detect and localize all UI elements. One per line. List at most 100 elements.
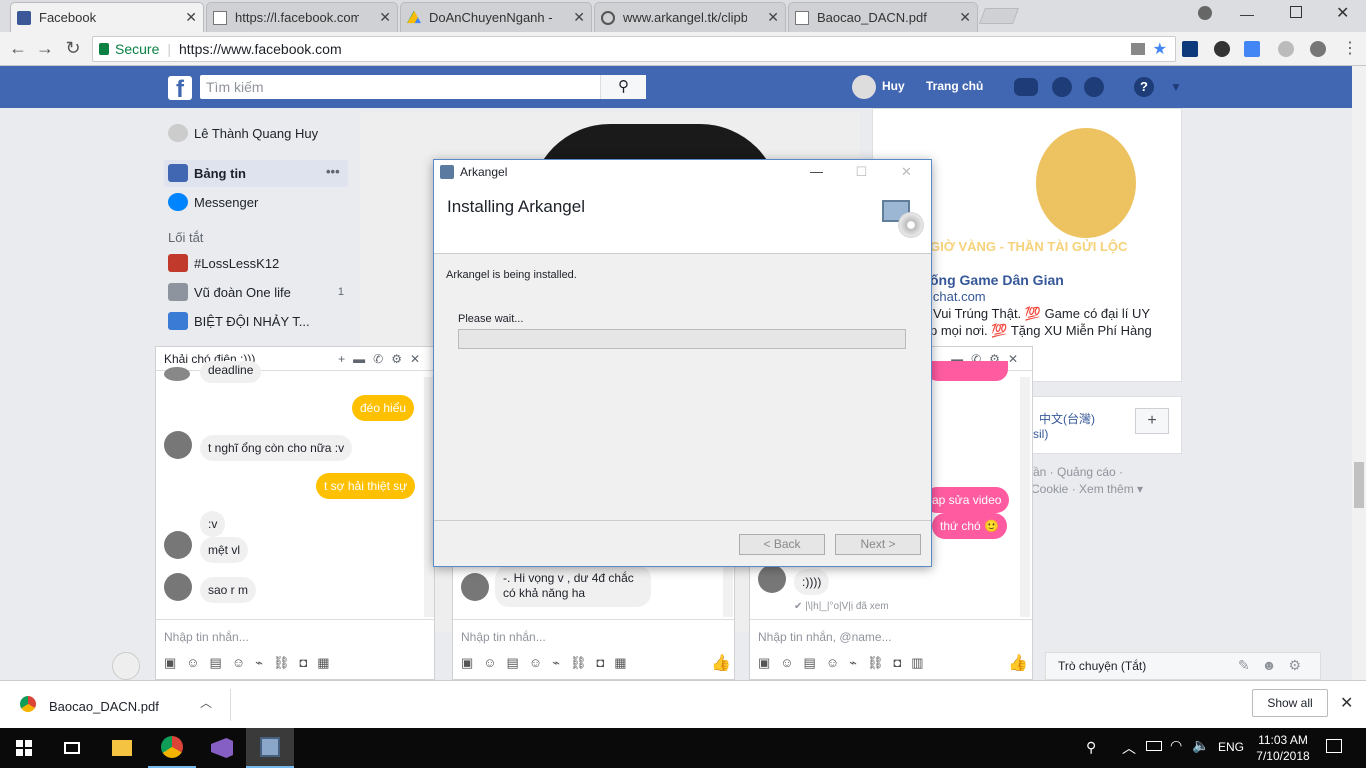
show-all-button[interactable]: Show all: [1252, 689, 1328, 717]
installer-taskbar-icon[interactable]: [246, 728, 294, 768]
extension-icon[interactable]: [1214, 41, 1230, 57]
next-button[interactable]: Next >: [835, 534, 921, 555]
help-icon[interactable]: ?: [1134, 77, 1154, 97]
extension-icon[interactable]: [1310, 41, 1326, 57]
language-indicator[interactable]: ENG: [1218, 740, 1244, 754]
profile-link[interactable]: Huy: [882, 79, 905, 93]
shortcut-item[interactable]: BIỆT ĐỘI NHẢY T...: [164, 312, 310, 330]
close-tab-icon[interactable]: ✕: [379, 9, 391, 26]
page-scrollbar[interactable]: [1352, 66, 1366, 680]
chat-header-icons[interactable]: +▬✆⚙✕: [338, 352, 428, 366]
add-language-button[interactable]: +: [1135, 408, 1169, 434]
menu-icon[interactable]: ⋮: [1342, 38, 1358, 58]
footer-links[interactable]: Cookie · Xem thêm ▾: [1031, 482, 1143, 496]
avatar: [461, 573, 489, 601]
close-icon[interactable]: ✕: [1340, 693, 1353, 713]
avatar[interactable]: [852, 75, 876, 99]
shortcut-item[interactable]: #LossLessK12: [164, 254, 279, 272]
ad-domain[interactable]: ichat.com: [930, 289, 986, 304]
installer-app-icon: [440, 165, 454, 179]
people-icon[interactable]: ⚲: [1086, 739, 1096, 756]
maximize-icon[interactable]: ☐: [839, 160, 884, 184]
facebook-logo-icon[interactable]: f: [168, 76, 192, 100]
restore-icon[interactable]: [1290, 6, 1302, 18]
group-icon: [168, 312, 188, 330]
back-button[interactable]: < Back: [739, 534, 825, 555]
chrome-taskbar-icon[interactable]: [148, 728, 196, 768]
sidebar-item-messenger[interactable]: Messenger: [164, 193, 258, 211]
forward-arrow-icon[interactable]: →: [33, 38, 57, 59]
messenger-icon[interactable]: [1052, 77, 1072, 97]
close-tab-icon[interactable]: ✕: [573, 9, 585, 26]
home-link[interactable]: Trang chủ: [926, 79, 983, 93]
url-input[interactable]: Secure | https://www.facebook.com ★: [92, 36, 1176, 62]
sidebar-item-news-feed[interactable]: Bảng tin: [164, 164, 246, 182]
tab-arkangel[interactable]: www.arkangel.tk/clipboa ✕: [594, 2, 786, 32]
search-input[interactable]: Tìm kiếm: [200, 75, 646, 99]
chevron-down-icon[interactable]: ▼: [1170, 80, 1182, 94]
scrollbar[interactable]: [1020, 377, 1030, 617]
windows-start-icon[interactable]: [0, 728, 48, 768]
reload-icon[interactable]: ↻: [61, 38, 85, 59]
chat-header[interactable]: Khải chó điên :))) +▬✆⚙✕: [156, 347, 434, 371]
close-tab-icon[interactable]: ✕: [185, 9, 197, 26]
action-center-icon[interactable]: [1326, 739, 1342, 753]
chat-bubble-icon[interactable]: [112, 652, 140, 680]
tab-lfacebook[interactable]: https://l.facebook.com/l.p ✕: [206, 2, 398, 32]
back-arrow-icon[interactable]: ←: [6, 38, 30, 59]
minimize-icon[interactable]: —: [1240, 6, 1254, 22]
chat-sidebar-icons[interactable]: ✎☻⚙: [1238, 657, 1313, 674]
close-window-icon[interactable]: ✕: [1336, 3, 1349, 23]
close-icon[interactable]: ✕: [884, 160, 929, 184]
chat-sidebar-bar[interactable]: Trò chuyện (Tắt) ✎☻⚙: [1045, 652, 1321, 680]
minimize-icon[interactable]: —: [794, 160, 839, 184]
tab-facebook[interactable]: Facebook ✕: [10, 2, 204, 32]
language-link[interactable]: sil): [1033, 427, 1048, 441]
clock[interactable]: 11:03 AM 7/10/2018: [1252, 732, 1314, 764]
chat-toolbar-icons[interactable]: ▣☺▤☺⌁⛓◘▥: [758, 655, 934, 671]
battery-icon[interactable]: [1146, 741, 1162, 751]
language-link[interactable]: 中文(台灣): [1039, 410, 1095, 427]
chevron-up-icon[interactable]: ︿: [1122, 738, 1136, 758]
bookmark-star-icon[interactable]: ★: [1153, 39, 1167, 59]
ad-text: p mọi nơi. 💯 Tặng XU Miễn Phí Hàng: [930, 323, 1152, 338]
chat-toolbar-icons[interactable]: ▣☺▤☺⌁⛓◘▦: [461, 655, 637, 671]
visual-studio-icon[interactable]: [198, 728, 246, 768]
close-tab-icon[interactable]: ✕: [767, 9, 779, 26]
message-input[interactable]: Nhập tin nhắn, @name...: [758, 630, 892, 644]
like-icon[interactable]: 👍: [1008, 653, 1028, 673]
more-options-icon[interactable]: •••: [326, 164, 340, 179]
seen-indicator: ✔ |\|h|_|°o|V|ị đã xem: [794, 601, 889, 612]
translate-icon[interactable]: [1130, 43, 1145, 55]
task-view-icon[interactable]: [48, 728, 96, 768]
notifications-globe-icon[interactable]: [1084, 77, 1104, 97]
new-tab-button[interactable]: [979, 8, 1019, 24]
message-input[interactable]: Nhập tin nhắn...: [461, 630, 546, 644]
chat-message: t sợ hải thiệt sự: [316, 473, 416, 499]
footer-links[interactable]: ần · Quảng cáo ·: [1033, 465, 1123, 479]
sidebar-profile[interactable]: Lê Thành Quang Huy: [164, 124, 318, 142]
search-icon[interactable]: ⚲: [600, 75, 646, 99]
extension-icon[interactable]: [1278, 41, 1294, 57]
like-icon[interactable]: 👍: [711, 653, 731, 673]
group-icon: [168, 254, 188, 272]
chat-toolbar-icons[interactable]: ▣☺▤☺⌁⛓◘▦: [164, 655, 340, 671]
file-explorer-icon[interactable]: [98, 728, 146, 768]
close-tab-icon[interactable]: ✕: [959, 9, 971, 26]
wifi-icon[interactable]: ◠: [1170, 737, 1182, 754]
profile-icon[interactable]: [1198, 6, 1212, 20]
tab-pdf[interactable]: Baocao_DACN.pdf ✕: [788, 2, 978, 32]
shortcut-item[interactable]: Vũ đoàn One life 1: [164, 283, 344, 301]
friend-requests-icon[interactable]: [1014, 78, 1038, 96]
group-icon: [168, 283, 188, 301]
volume-icon[interactable]: 🔈: [1192, 737, 1209, 754]
extension-icon[interactable]: [1182, 41, 1198, 57]
tab-drive[interactable]: DoAnChuyenNganh - Go ✕: [400, 2, 592, 32]
translate-extension-icon[interactable]: [1244, 41, 1260, 57]
chevron-up-icon[interactable]: ︿: [200, 694, 212, 711]
ad-title[interactable]: ống Game Dân Gian: [930, 272, 1064, 288]
download-item[interactable]: Baocao_DACN.pdf: [49, 699, 159, 714]
message-input[interactable]: Nhập tin nhắn...: [164, 630, 249, 644]
chat-message: deadline: [200, 361, 262, 383]
scrollbar[interactable]: [723, 561, 733, 617]
